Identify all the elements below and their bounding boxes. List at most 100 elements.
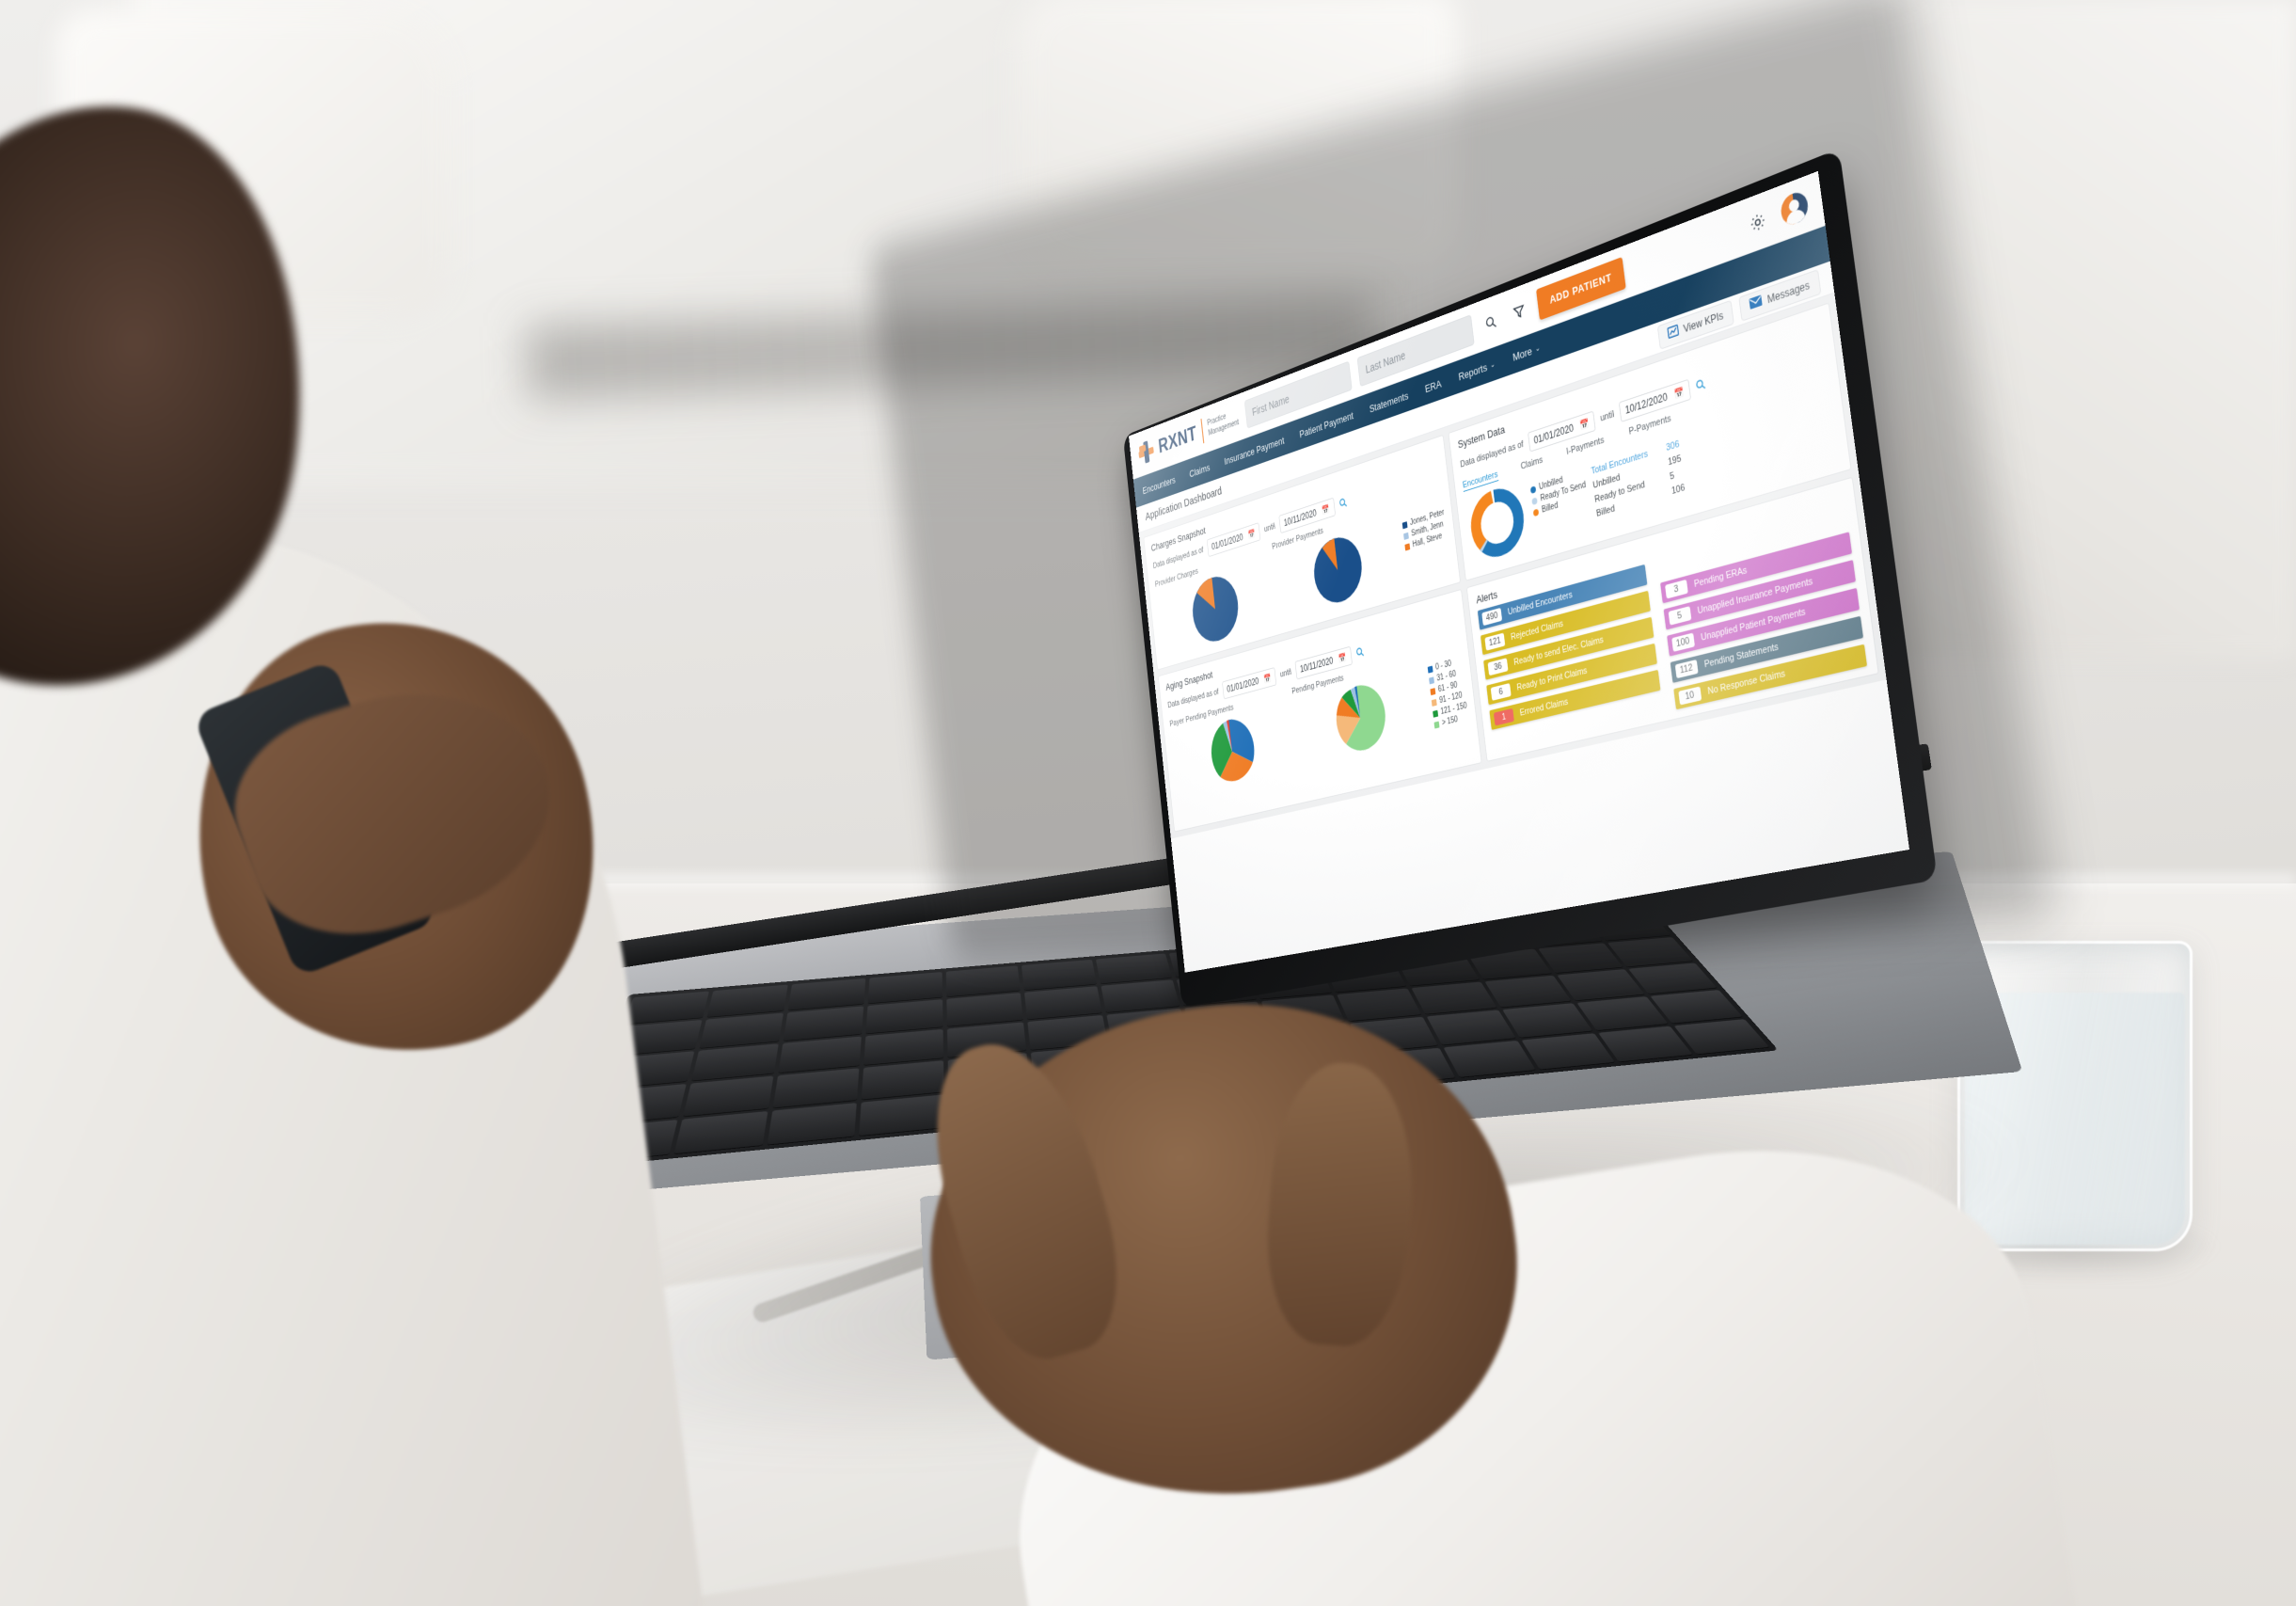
calendar-icon[interactable]: 📅 — [1263, 673, 1272, 684]
key[interactable] — [1337, 988, 1422, 1022]
gear-icon[interactable] — [1745, 205, 1771, 240]
key[interactable] — [1411, 981, 1497, 1015]
aging-filter-mid: until — [1279, 667, 1292, 680]
system-date-from-value: 01/01/2020 — [1532, 421, 1575, 447]
brand-divider — [1200, 418, 1205, 444]
calendar-icon[interactable]: 📅 — [1579, 417, 1590, 431]
key[interactable] — [673, 1110, 768, 1154]
nav-item-more[interactable]: More ⌄ — [1512, 342, 1542, 363]
calendar-icon[interactable]: 📅 — [1248, 528, 1257, 540]
key[interactable] — [863, 1028, 944, 1066]
key[interactable] — [787, 978, 866, 1011]
key[interactable] — [683, 1075, 774, 1117]
alert-label: Pending ERAs — [1693, 564, 1748, 590]
legend-swatch — [1401, 520, 1408, 529]
nav-label: Encounters — [1142, 473, 1177, 497]
nav-item-claims[interactable]: Claims — [1189, 461, 1211, 479]
alert-label: Rejected Claims — [1510, 618, 1564, 643]
system-date-to-value: 10/12/2020 — [1624, 390, 1669, 417]
nav-label: More — [1512, 343, 1533, 364]
key[interactable] — [1426, 1010, 1516, 1045]
key[interactable] — [1538, 943, 1623, 974]
alert-count: 6 — [1490, 683, 1512, 701]
key[interactable] — [1024, 986, 1102, 1020]
chart-icon — [1667, 324, 1679, 341]
charges-date-from-value: 01/01/2020 — [1211, 532, 1244, 552]
alert-count: 36 — [1487, 658, 1509, 676]
key[interactable] — [699, 1012, 784, 1048]
alert-count: 121 — [1484, 632, 1506, 651]
calendar-icon[interactable]: 📅 — [1322, 503, 1330, 516]
key[interactable] — [865, 999, 943, 1034]
brand-tagline: Practice Management — [1207, 407, 1240, 438]
user-avatar[interactable] — [1777, 185, 1812, 231]
nav-item-statements[interactable]: Statements — [1369, 390, 1409, 415]
search-icon[interactable] — [1480, 307, 1501, 338]
legend-dot — [1531, 497, 1538, 505]
calendar-icon[interactable]: 📅 — [1338, 652, 1347, 663]
brand-name: RXNT — [1157, 421, 1198, 458]
key[interactable] — [625, 991, 709, 1025]
legend-swatch — [1431, 698, 1437, 707]
aging-filter-prefix: Data displayed as of — [1167, 687, 1220, 710]
key[interactable] — [946, 993, 1023, 1026]
alert-count: 1 — [1493, 708, 1514, 726]
view-kpis-label: View KPIs — [1683, 309, 1724, 335]
key[interactable] — [772, 1068, 860, 1108]
key[interactable] — [1628, 962, 1718, 994]
stat-value-ready-to-send: 5 — [1669, 470, 1675, 483]
key[interactable] — [861, 1060, 944, 1100]
first-name-placeholder: First Name — [1251, 391, 1291, 419]
chevron-down-icon: ⌄ — [1534, 342, 1541, 353]
key[interactable] — [1502, 1003, 1592, 1038]
legend-dot — [1532, 508, 1540, 517]
system-search-icon[interactable] — [1695, 376, 1707, 394]
last-name-placeholder: Last Name — [1364, 348, 1406, 376]
key[interactable] — [706, 984, 788, 1018]
charges-search-icon[interactable] — [1338, 496, 1348, 512]
nav-item-reports[interactable]: Reports ⌄ — [1458, 358, 1496, 383]
key[interactable] — [1443, 1040, 1536, 1078]
alert-count: 10 — [1677, 686, 1702, 706]
key[interactable] — [1021, 959, 1097, 991]
key[interactable] — [945, 965, 1021, 997]
alert-count: 490 — [1481, 607, 1503, 627]
aging-legend: 0 - 30 31 - 60 61 - 90 91 - 120 121 - 15… — [1426, 643, 1469, 730]
rxnt-cross-icon — [1138, 438, 1155, 465]
stat-value-unbilled: 195 — [1667, 453, 1682, 469]
charges-filter-mid: until — [1263, 521, 1276, 534]
calendar-icon[interactable]: 📅 — [1674, 386, 1686, 400]
alert-count: 5 — [1668, 606, 1691, 626]
key[interactable] — [1100, 979, 1180, 1013]
legend-swatch — [1404, 542, 1411, 551]
key[interactable] — [783, 1006, 864, 1042]
key[interactable] — [1521, 1032, 1615, 1070]
key[interactable] — [1607, 937, 1694, 967]
messages-label: Messages — [1766, 278, 1811, 306]
key[interactable] — [767, 1102, 857, 1145]
key[interactable] — [691, 1043, 779, 1081]
nav-item-encounters[interactable]: Encounters — [1142, 473, 1176, 496]
nav-label: Claims — [1188, 461, 1211, 480]
legend-dot — [1529, 485, 1537, 494]
nav-item-era[interactable]: ERA — [1424, 377, 1442, 395]
key[interactable] — [1095, 953, 1173, 984]
provider-payments-pie — [1310, 531, 1366, 609]
aging-search-icon[interactable] — [1355, 645, 1365, 660]
charges-legend: Jones, Peter Smith, Jenn Hall, Steve — [1400, 487, 1448, 551]
key[interactable] — [1484, 975, 1572, 1008]
nav-label: ERA — [1424, 376, 1443, 395]
nav-label: Reports — [1457, 360, 1488, 383]
key[interactable] — [867, 972, 943, 1004]
legend-swatch — [1428, 676, 1434, 685]
filter-icon[interactable] — [1508, 296, 1530, 327]
key[interactable] — [778, 1036, 862, 1073]
nav-label: Statements — [1369, 389, 1409, 415]
envelope-icon — [1750, 294, 1764, 311]
aging-date-to-value: 10/11/2020 — [1299, 655, 1334, 676]
legend-swatch — [1402, 532, 1409, 540]
legend-label: > 150 — [1441, 715, 1459, 728]
legend-swatch — [1433, 721, 1440, 729]
legend-swatch — [1432, 709, 1438, 718]
chevron-down-icon: ⌄ — [1489, 358, 1496, 370]
